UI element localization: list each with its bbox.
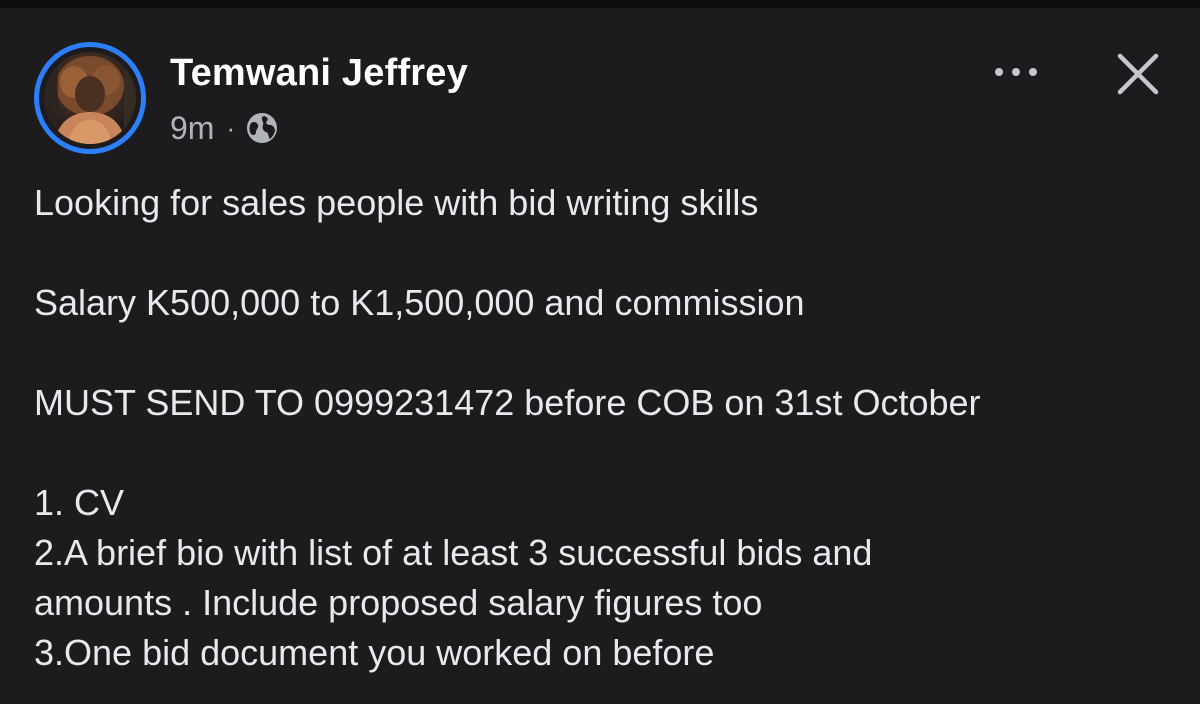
post-meta: 9m · — [170, 108, 279, 148]
author-name[interactable]: Temwani Jeffrey — [170, 52, 468, 95]
more-horizontal-icon-dot — [1012, 68, 1020, 76]
profile-photo-art — [44, 52, 136, 144]
globe-icon[interactable] — [245, 111, 279, 145]
profile-photo — [44, 52, 136, 144]
meta-separator: · — [226, 112, 236, 143]
post-deadline: MUST SEND TO 0999231472 before COB on 31… — [34, 382, 981, 423]
post-intro: Looking for sales people with bid writin… — [34, 182, 759, 223]
post-salary: Salary K500,000 to K1,500,000 and commis… — [34, 282, 805, 323]
requirement-item: 2.A brief bio with list of at least 3 su… — [34, 532, 873, 573]
post-timestamp[interactable]: 9m — [170, 110, 214, 147]
requirement-item: 1. CV — [34, 482, 125, 523]
more-horizontal-icon-dot — [1029, 68, 1037, 76]
top-edge-strip — [0, 0, 1200, 8]
avatar[interactable] — [34, 42, 146, 154]
post-body: Looking for sales people with bid writin… — [34, 178, 1184, 678]
more-horizontal-icon — [995, 68, 1003, 76]
requirement-item-continued: amounts . Include proposed salary figure… — [34, 582, 763, 623]
close-icon — [1117, 53, 1159, 95]
requirement-item: 3.One bid document you worked on before — [34, 632, 715, 673]
close-button[interactable] — [1112, 48, 1164, 100]
more-options-button[interactable] — [986, 52, 1046, 92]
